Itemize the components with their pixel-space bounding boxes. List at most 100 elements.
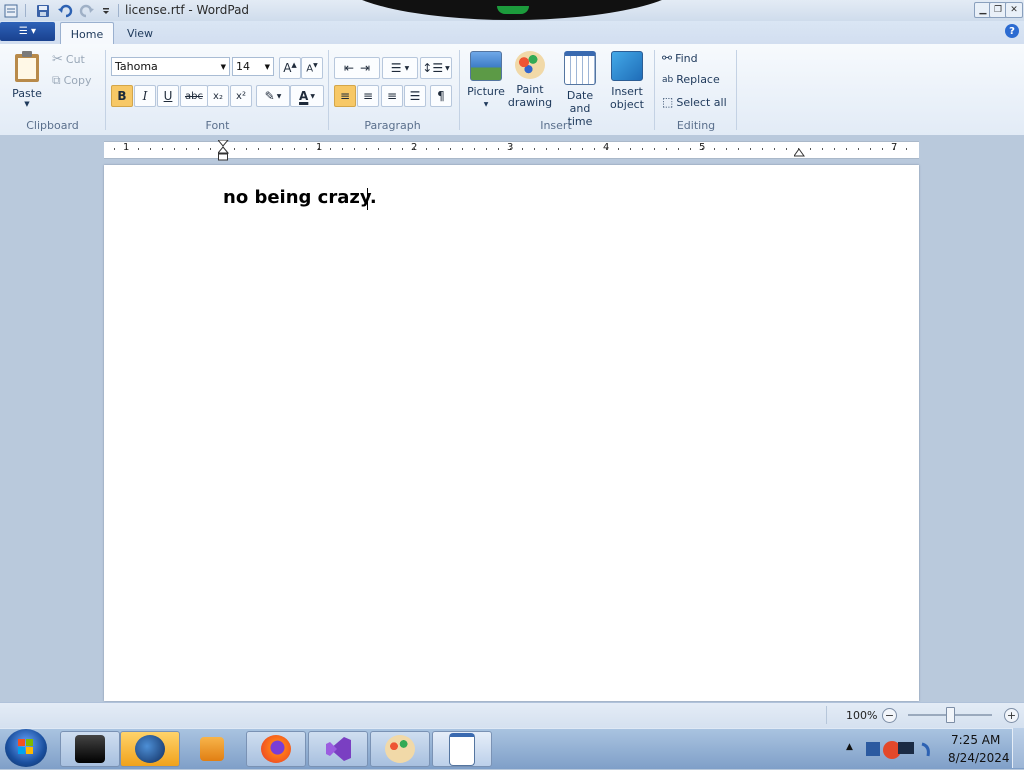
shrink-font-button[interactable]: A▼ bbox=[301, 57, 323, 79]
align-right-button[interactable]: ≡ bbox=[381, 85, 403, 107]
document-page[interactable] bbox=[104, 165, 919, 701]
group-label-clipboard: Clipboard bbox=[26, 119, 79, 132]
ruler-tick bbox=[522, 148, 523, 150]
chevron-down-icon: ▼ bbox=[220, 62, 226, 71]
tab-view[interactable]: View bbox=[117, 22, 163, 44]
taskbar-firefox[interactable] bbox=[246, 731, 306, 767]
help-icon[interactable]: ? bbox=[1005, 24, 1019, 38]
underline-label: U bbox=[163, 89, 173, 103]
paint-palette-icon bbox=[515, 51, 545, 79]
ruler-tick bbox=[654, 148, 655, 150]
taskbar-globe-app[interactable] bbox=[120, 731, 180, 767]
justify-button[interactable]: ☰ bbox=[404, 85, 426, 107]
ruler-tick bbox=[834, 148, 835, 150]
paste-button[interactable]: Paste ▼ bbox=[8, 50, 46, 108]
shrink-font-icon: A▼ bbox=[306, 61, 318, 75]
taskbar-paint[interactable] bbox=[370, 731, 430, 767]
bold-button[interactable]: B bbox=[111, 85, 133, 107]
ruler-tick bbox=[474, 148, 475, 150]
ruler-number: 1 bbox=[316, 142, 323, 153]
justify-icon: ☰ bbox=[409, 89, 421, 103]
customize-icon[interactable] bbox=[97, 2, 114, 19]
ruler-tick bbox=[150, 148, 151, 150]
find-button[interactable]: ⚯ Find bbox=[662, 51, 698, 65]
copy-button[interactable]: ⧉ Copy bbox=[52, 73, 91, 88]
ruler-tick bbox=[186, 148, 187, 150]
undo-icon[interactable] bbox=[56, 2, 73, 19]
ruler-tick bbox=[594, 148, 595, 150]
cut-button[interactable]: ✂ Cut bbox=[52, 52, 85, 67]
zoom-slider-thumb[interactable] bbox=[946, 707, 955, 723]
line-spacing-button[interactable]: ↕☰ ▼ bbox=[420, 57, 452, 79]
taskbar-media-player[interactable] bbox=[182, 731, 242, 767]
window-title: license.rtf - WordPad bbox=[125, 3, 250, 17]
ruler-tick bbox=[486, 148, 487, 150]
subscript-button[interactable]: x₂ bbox=[207, 85, 229, 107]
font-size-select[interactable]: 14 ▼ bbox=[232, 57, 274, 76]
group-label-editing: Editing bbox=[676, 119, 716, 132]
indent-marker[interactable] bbox=[216, 139, 230, 165]
show-desktop-button[interactable] bbox=[1012, 728, 1024, 768]
document-text[interactable]: no being crazy. bbox=[223, 187, 377, 208]
ruler-tick bbox=[258, 148, 259, 150]
right-indent-marker[interactable] bbox=[793, 147, 805, 160]
align-center-button[interactable]: ≡ bbox=[357, 85, 379, 107]
ruler-number: 3 bbox=[507, 142, 514, 153]
ruler-tick bbox=[546, 148, 547, 150]
ruler-number: 2 bbox=[411, 142, 418, 153]
group-separator bbox=[328, 50, 329, 130]
ruler-tick bbox=[666, 148, 667, 150]
redo-icon[interactable] bbox=[78, 2, 95, 19]
text-color-button[interactable]: A ▼ bbox=[290, 85, 324, 107]
ruler-number: 5 bbox=[699, 142, 706, 153]
group-separator bbox=[736, 50, 737, 130]
align-left-button[interactable]: ≡ bbox=[334, 85, 356, 107]
ruler-tick bbox=[114, 148, 115, 150]
strikethrough-button[interactable]: abc bbox=[180, 85, 208, 107]
taskbar-visual-studio[interactable] bbox=[308, 731, 368, 767]
insert-object-button[interactable]: Insert object bbox=[603, 51, 651, 111]
date-time-button[interactable]: Date and time bbox=[556, 51, 604, 128]
ruler-tick bbox=[450, 148, 451, 150]
ruler-tick bbox=[690, 148, 691, 150]
line-spacing-icon: ↕☰ bbox=[422, 61, 444, 75]
minus-icon: − bbox=[884, 709, 895, 722]
ruler-tick bbox=[726, 148, 727, 150]
tab-home[interactable]: Home bbox=[60, 22, 114, 45]
taskbar-terminal[interactable] bbox=[60, 731, 120, 767]
zoom-out-button[interactable]: − bbox=[882, 708, 897, 723]
indent-buttons[interactable]: ⇤ ⇥ bbox=[334, 57, 380, 79]
superscript-button[interactable]: x² bbox=[230, 85, 252, 107]
close-button[interactable]: ✕ bbox=[1005, 2, 1023, 18]
paragraph-button[interactable]: ¶ bbox=[430, 85, 452, 107]
ruler-tick bbox=[762, 148, 763, 150]
group-label-insert: Insert bbox=[540, 119, 572, 132]
picture-button[interactable]: Picture ▼ bbox=[462, 51, 510, 111]
start-button[interactable] bbox=[5, 729, 47, 767]
ruler-tick bbox=[402, 148, 403, 150]
chevron-down-icon: ▼ bbox=[445, 64, 450, 72]
italic-label: I bbox=[142, 89, 148, 103]
clock-date[interactable]: 8/24/2024 bbox=[948, 751, 1010, 765]
font-family-select[interactable]: Tahoma ▼ bbox=[111, 57, 230, 76]
tray-expand-icon[interactable]: ▲ bbox=[846, 742, 853, 752]
application-menu-button[interactable]: ☰ ▾ bbox=[0, 22, 55, 41]
zoom-level[interactable]: 100% bbox=[846, 709, 877, 722]
paint-drawing-button[interactable]: Paint drawing bbox=[506, 51, 554, 109]
replace-button[interactable]: ab Replace bbox=[662, 73, 720, 86]
ruler-tick bbox=[846, 148, 847, 150]
zoom-in-button[interactable]: + bbox=[1004, 708, 1019, 723]
select-all-button[interactable]: ⬚ Select all bbox=[662, 95, 727, 109]
taskbar-wordpad[interactable] bbox=[432, 731, 492, 767]
system-tray-icons[interactable] bbox=[862, 734, 942, 764]
underline-button[interactable]: U bbox=[157, 85, 179, 107]
paint-drawing-label-1: Paint bbox=[516, 83, 544, 96]
clock-time[interactable]: 7:25 AM bbox=[951, 733, 1000, 747]
highlight-color-button[interactable]: ✎ ▼ bbox=[256, 85, 290, 107]
app-icon[interactable] bbox=[2, 2, 19, 19]
grow-font-button[interactable]: A▲ bbox=[279, 57, 301, 79]
bullets-button[interactable]: ☰ ▼ bbox=[382, 57, 418, 79]
ruler-tick bbox=[354, 148, 355, 150]
save-icon[interactable] bbox=[34, 2, 51, 19]
italic-button[interactable]: I bbox=[134, 85, 156, 107]
